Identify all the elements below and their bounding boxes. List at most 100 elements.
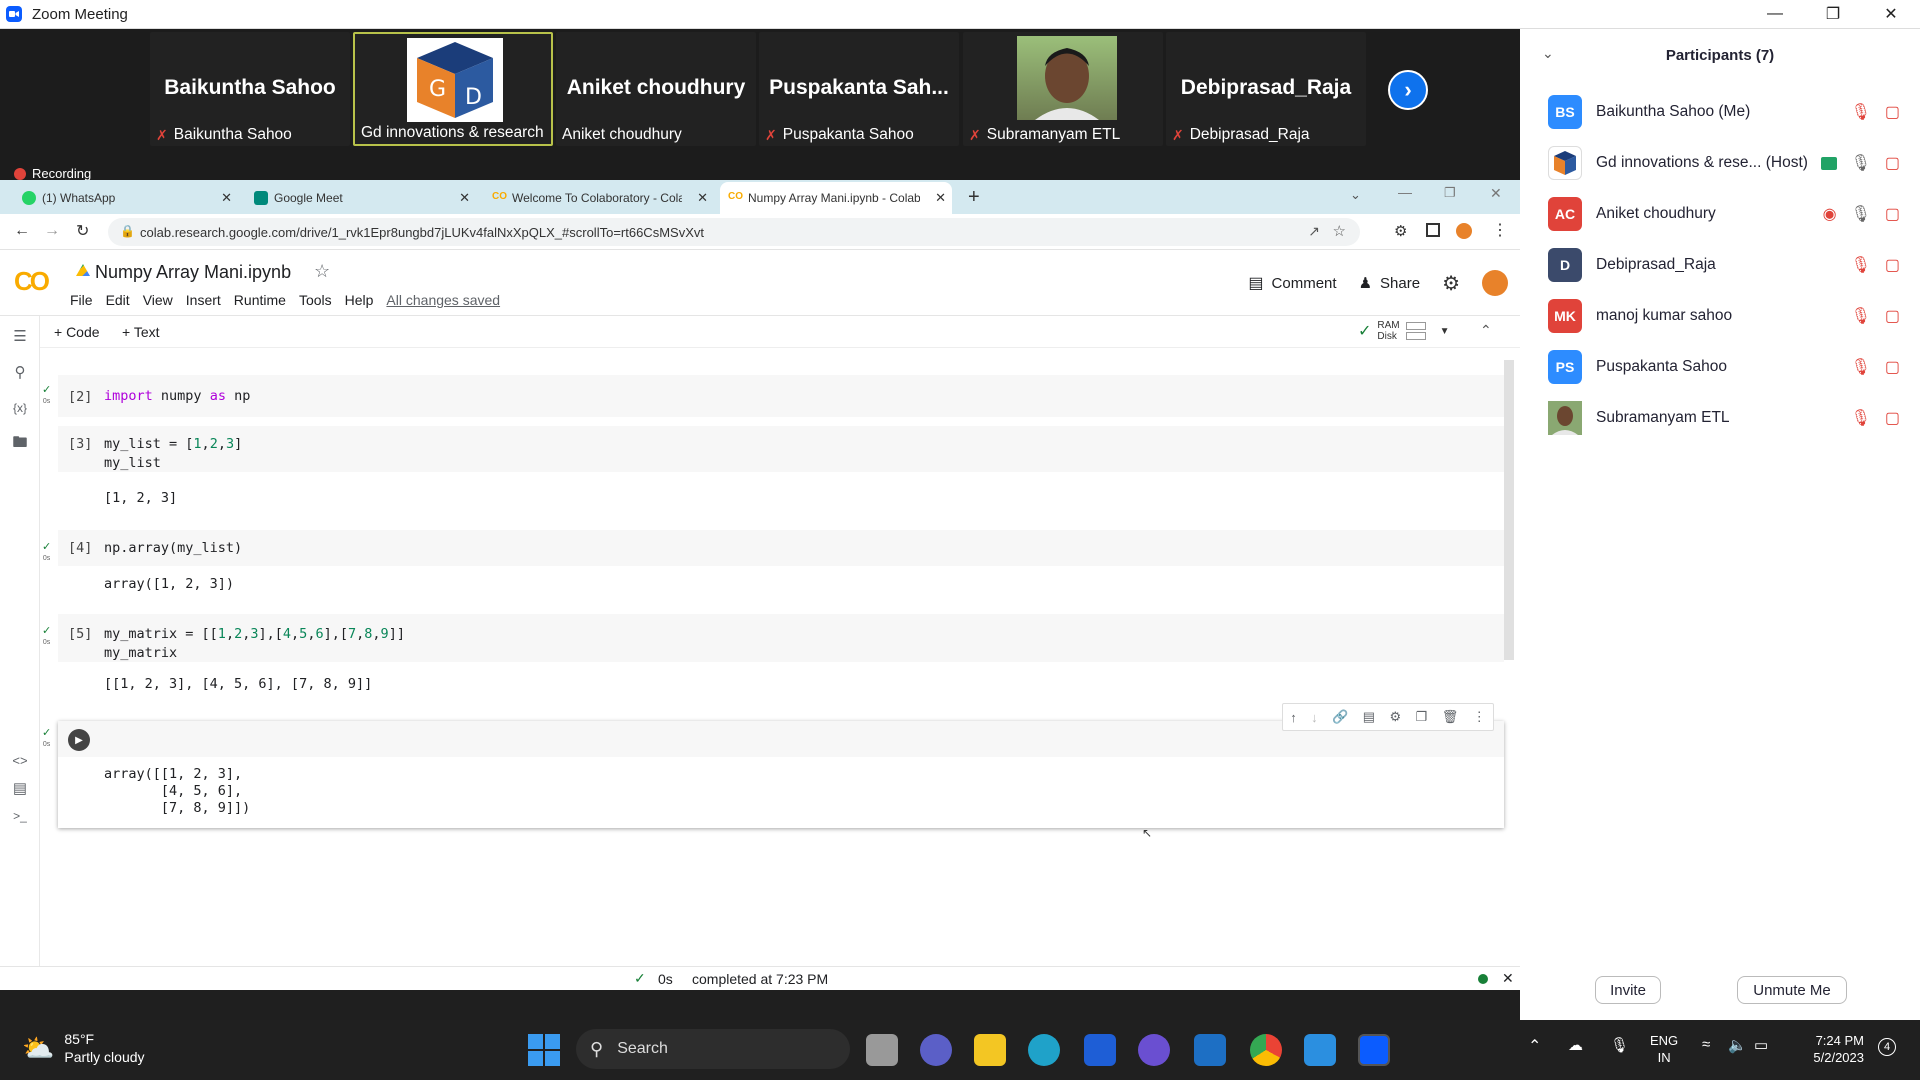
focused-code-cell[interactable]: ▶ np.array(my_matrix) array([[1, 2, 3], … xyxy=(58,721,1504,828)
recording-indicator[interactable]: Recording xyxy=(14,166,91,181)
terminal-icon[interactable]: >_ xyxy=(10,806,30,826)
browser-tab[interactable]: Google Meet ✕ xyxy=(246,182,476,214)
search-icon[interactable]: ⚲ xyxy=(10,362,30,382)
code-cell[interactable]: [3] my_list = [1,2,3] my_list xyxy=(58,426,1504,472)
participant-row[interactable]: MK manoj kumar sahoo 🎙 ▢ xyxy=(1548,297,1908,335)
mirror-cell-icon[interactable]: ❐ xyxy=(1416,709,1428,725)
save-status[interactable]: All changes saved xyxy=(386,292,500,308)
share-button[interactable]: ♟ Share xyxy=(1359,274,1420,293)
video-tile-active[interactable]: GD Gd innovations & research xyxy=(353,32,553,146)
close-tab-icon[interactable]: ✕ xyxy=(221,190,232,206)
add-code-button[interactable]: + Code xyxy=(54,324,100,340)
bookmark-star-icon[interactable]: ☆ xyxy=(1333,222,1346,240)
video-tile[interactable]: Puspakanta Sah... ✗ Puspakanta Sahoo xyxy=(759,32,959,146)
menu-file[interactable]: File xyxy=(70,292,93,308)
menu-tools[interactable]: Tools xyxy=(299,292,332,308)
app-icon[interactable] xyxy=(1084,1034,1116,1066)
more-options-icon[interactable]: ⋮ xyxy=(1473,709,1486,725)
menu-help[interactable]: Help xyxy=(345,292,374,308)
participant-row[interactable]: D Debiprasad_Raja 🎙 ▢ xyxy=(1548,246,1908,284)
notification-badge[interactable]: 4 xyxy=(1878,1038,1896,1056)
teams-chat-icon[interactable] xyxy=(920,1034,952,1066)
browser-menu-icon[interactable]: ⋮ xyxy=(1492,220,1508,240)
video-tile[interactable]: Debiprasad_Raja ✗ Debiprasad_Raja xyxy=(1166,32,1366,146)
profile-avatar[interactable] xyxy=(1456,223,1472,239)
windows-start-icon[interactable] xyxy=(528,1034,560,1066)
task-view-icon[interactable] xyxy=(866,1034,898,1066)
notebook-title[interactable]: Numpy Array Mani.ipynb xyxy=(95,262,291,283)
account-avatar[interactable] xyxy=(1482,270,1508,296)
add-text-button[interactable]: + Text xyxy=(122,324,160,340)
taskbar-search[interactable]: ⚲ Search xyxy=(576,1029,850,1069)
microphone-icon[interactable]: 🎙 xyxy=(1610,1036,1629,1054)
move-up-arrow-icon[interactable]: ↑ xyxy=(1290,710,1297,725)
files-folder-icon[interactable]: 🖿 xyxy=(10,434,30,454)
browser-minimize-icon[interactable]: — xyxy=(1398,184,1412,200)
cell-code[interactable]: my_list = [1,2,3] my_list xyxy=(104,435,242,473)
sidepanel-icon[interactable] xyxy=(1426,223,1440,237)
participant-row[interactable]: Subramanyam ETL 🎙 ▢ xyxy=(1548,399,1908,437)
run-cell-play-icon[interactable]: ▶ xyxy=(68,729,90,751)
menu-runtime[interactable]: Runtime xyxy=(234,292,286,308)
code-cell[interactable]: [5] my_matrix = [[1,2,3],[4,5,6],[7,8,9]… xyxy=(58,614,1504,662)
star-icon[interactable]: ☆ xyxy=(314,261,330,282)
settings-gear-icon[interactable]: ⚙ xyxy=(1442,271,1460,296)
tab-search-chevron-icon[interactable]: ⌄ xyxy=(1350,187,1361,203)
vscode-icon[interactable] xyxy=(1304,1034,1336,1066)
notebook-scrollbar[interactable] xyxy=(1504,360,1514,660)
link-icon[interactable]: 🔗 xyxy=(1332,709,1348,725)
next-page-arrow-icon[interactable]: › xyxy=(1388,70,1428,110)
chrome-icon[interactable] xyxy=(1250,1034,1282,1066)
browser-tab[interactable]: CO Welcome To Colaboratory - Cola ✕ xyxy=(484,182,714,214)
forward-arrow-icon[interactable]: → xyxy=(44,222,60,240)
close-tab-icon[interactable]: ✕ xyxy=(697,190,708,206)
edge-icon[interactable] xyxy=(1028,1034,1060,1066)
participant-row[interactable]: Gd innovations & rese... (Host) 🎙 ▢ xyxy=(1548,144,1908,182)
share-page-icon[interactable]: ↗ xyxy=(1308,223,1320,240)
browser-tab[interactable]: (1) WhatsApp ✕ xyxy=(14,182,238,214)
collapse-header-icon[interactable]: ⌃ xyxy=(1480,322,1492,339)
close-tab-icon[interactable]: ✕ xyxy=(459,190,470,206)
onedrive-cloud-icon[interactable]: ☁ xyxy=(1568,1036,1583,1054)
video-tile[interactable]: ✗ Subramanyam ETL xyxy=(963,32,1163,146)
unmute-me-button[interactable]: Unmute Me xyxy=(1737,976,1847,1004)
delete-trash-icon[interactable]: 🗑 xyxy=(1442,709,1459,725)
invite-button[interactable]: Invite xyxy=(1595,976,1661,1004)
participant-row[interactable]: BS Baikuntha Sahoo (Me) 🎙 ▢ xyxy=(1548,93,1908,131)
cell-code[interactable]: import numpy as np xyxy=(104,388,250,404)
cell-settings-gear-icon[interactable]: ⚙ xyxy=(1390,709,1402,725)
video-tile[interactable]: Aniket choudhury Aniket choudhury xyxy=(556,32,756,146)
minimize-button[interactable]: — xyxy=(1746,0,1804,29)
code-cell[interactable]: [4] np.array(my_list) xyxy=(58,530,1504,566)
volume-icon[interactable]: 🔈 xyxy=(1728,1036,1747,1054)
browser-restore-icon[interactable]: ❐ xyxy=(1444,185,1456,201)
participant-row[interactable]: AC Aniket choudhury ◉ 🎙 ▢ xyxy=(1548,195,1908,233)
colab-logo[interactable]: CO xyxy=(14,266,50,297)
reload-icon[interactable]: ↻ xyxy=(76,221,89,241)
app-icon[interactable] xyxy=(1138,1034,1170,1066)
wifi-icon[interactable]: ≈ xyxy=(1702,1036,1710,1053)
close-window-button[interactable]: ✕ xyxy=(1862,0,1920,29)
participant-row[interactable]: PS Puspakanta Sahoo 🎙 ▢ xyxy=(1548,348,1908,386)
browser-close-icon[interactable]: ✕ xyxy=(1490,185,1502,202)
command-palette-icon[interactable]: ▤ xyxy=(10,778,30,798)
language-indicator[interactable]: ENG IN xyxy=(1650,1032,1678,1066)
menu-edit[interactable]: Edit xyxy=(106,292,130,308)
table-of-contents-icon[interactable]: ☰ xyxy=(10,326,30,346)
video-tile[interactable]: Baikuntha Sahoo ✗ Baikuntha Sahoo xyxy=(150,32,350,146)
battery-icon[interactable]: ▭ xyxy=(1754,1036,1768,1054)
url-input[interactable]: 🔒 colab.research.google.com/drive/1_rvk1… xyxy=(108,218,1360,246)
menu-view[interactable]: View xyxy=(143,292,173,308)
browser-tab-active[interactable]: CO Numpy Array Mani.ipynb - Colab ✕ xyxy=(720,182,952,214)
dropdown-caret-icon[interactable]: ▼ xyxy=(1440,326,1450,337)
cell-code[interactable]: my_matrix = [[1,2,3],[4,5,6],[7,8,9]] my… xyxy=(104,625,405,663)
clock[interactable]: 7:24 PM 5/2/2023 xyxy=(1784,1032,1864,1066)
zoom-taskbar-icon[interactable] xyxy=(1358,1034,1390,1066)
file-explorer-icon[interactable] xyxy=(974,1034,1006,1066)
comment-button[interactable]: ▤ Comment xyxy=(1248,273,1336,293)
back-arrow-icon[interactable]: ← xyxy=(14,222,30,240)
comment-cell-icon[interactable]: ▤ xyxy=(1363,709,1375,725)
cell-code[interactable]: np.array(my_list) xyxy=(104,540,242,556)
move-down-arrow-icon[interactable]: ↓ xyxy=(1311,710,1318,725)
extensions-icon[interactable]: ⚙ xyxy=(1394,222,1407,240)
